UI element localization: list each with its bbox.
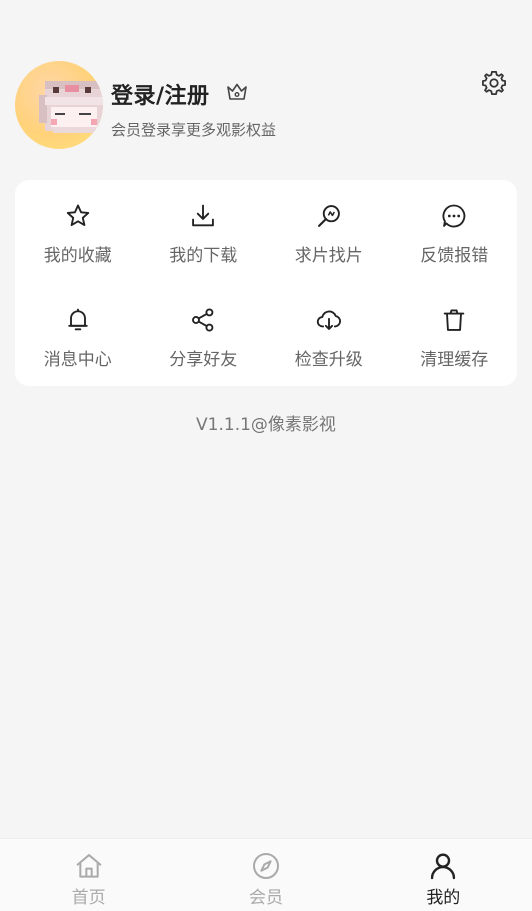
bottom-tab-bar: 首页 会员 我的 bbox=[0, 838, 532, 911]
tab-label: 会员 bbox=[248, 888, 283, 908]
gear-icon[interactable] bbox=[480, 69, 508, 97]
menu-item-label: 我的收藏 bbox=[43, 246, 112, 266]
user-icon bbox=[431, 853, 456, 880]
menu-item-label: 消息中心 bbox=[43, 350, 112, 370]
menu-item-messages[interactable]: 消息中心 bbox=[15, 284, 141, 388]
download-icon bbox=[192, 204, 215, 227]
menu-item-label: 分享好友 bbox=[169, 350, 238, 370]
search-film-icon bbox=[317, 205, 340, 227]
feedback-icon bbox=[442, 204, 466, 228]
tab-label: 首页 bbox=[71, 888, 106, 908]
menu-card: 我的收藏 我的下载 求片找片 反馈报错 消息中心 分享好友 检查升级 清理缓存 bbox=[15, 180, 517, 386]
crown-icon bbox=[227, 83, 247, 100]
menu-item-favorites[interactable]: 我的收藏 bbox=[15, 180, 141, 284]
menu-item-clear-cache[interactable]: 清理缓存 bbox=[392, 284, 518, 388]
menu-item-label: 我的下载 bbox=[169, 246, 238, 266]
bell-icon bbox=[68, 308, 88, 331]
menu-item-label: 求片找片 bbox=[294, 246, 363, 266]
menu-item-check-update[interactable]: 检查升级 bbox=[266, 284, 392, 388]
menu-item-downloads[interactable]: 我的下载 bbox=[141, 180, 267, 284]
version-text: V1.1.1@像素影视 bbox=[196, 415, 336, 435]
pixel-pig-avatar-icon bbox=[39, 81, 103, 133]
login-register-link[interactable]: 登录/注册 bbox=[111, 78, 210, 110]
menu-item-request-film[interactable]: 求片找片 bbox=[266, 180, 392, 284]
tab-vip[interactable]: 会员 bbox=[177, 839, 354, 911]
compass-icon bbox=[252, 853, 279, 879]
menu-item-label: 清理缓存 bbox=[420, 350, 489, 370]
tab-label: 我的 bbox=[426, 888, 461, 908]
tab-mine[interactable]: 我的 bbox=[355, 839, 532, 911]
trash-icon bbox=[443, 309, 465, 331]
menu-item-label: 反馈报错 bbox=[420, 246, 489, 266]
menu-item-feedback[interactable]: 反馈报错 bbox=[392, 180, 518, 284]
menu-item-share[interactable]: 分享好友 bbox=[141, 284, 267, 388]
star-icon bbox=[66, 204, 89, 227]
share-icon bbox=[192, 308, 214, 332]
login-subtitle: 会员登录享更多观影权益 bbox=[111, 121, 277, 139]
avatar[interactable] bbox=[15, 61, 103, 149]
menu-item-label: 检查升级 bbox=[294, 350, 363, 370]
cloud-download-icon bbox=[316, 310, 341, 330]
profile-header: 登录/注册 会员登录享更多观影权益 bbox=[0, 0, 532, 170]
tab-home[interactable]: 首页 bbox=[0, 839, 177, 911]
home-icon bbox=[76, 854, 101, 878]
